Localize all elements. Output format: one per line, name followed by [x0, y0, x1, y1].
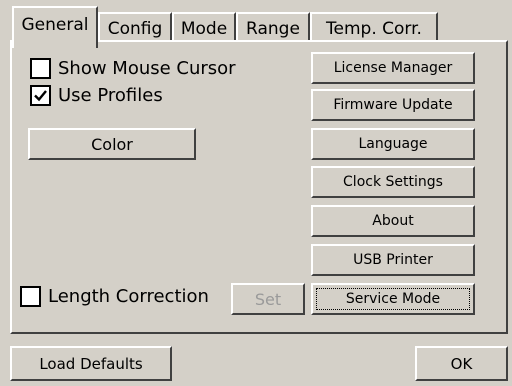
license-manager-button[interactable]: License Manager: [311, 52, 475, 84]
show-mouse-cursor-label: Show Mouse Cursor: [58, 58, 236, 79]
length-correction-label: Length Correction: [48, 286, 209, 307]
firmware-update-button[interactable]: Firmware Update: [311, 89, 475, 121]
color-button[interactable]: Color: [28, 128, 196, 160]
show-mouse-cursor-checkbox[interactable]: Show Mouse Cursor: [30, 58, 236, 79]
usb-printer-button[interactable]: USB Printer: [311, 244, 475, 276]
settings-dialog: General Config Mode Range Temp. Corr. Sh…: [0, 0, 512, 386]
length-correction-checkbox[interactable]: Length Correction: [20, 286, 209, 307]
clock-settings-button[interactable]: Clock Settings: [311, 166, 475, 198]
use-profiles-checkbox[interactable]: Use Profiles: [30, 85, 163, 106]
length-correction-checkbox-box[interactable]: [20, 286, 41, 307]
language-button[interactable]: Language: [311, 128, 475, 160]
set-button[interactable]: Set: [231, 283, 305, 315]
about-button[interactable]: About: [311, 205, 475, 237]
use-profiles-label: Use Profiles: [58, 85, 163, 106]
checkmark-icon: [34, 90, 47, 102]
ok-button[interactable]: OK: [415, 346, 508, 381]
show-mouse-cursor-checkbox-box[interactable]: [30, 58, 51, 79]
use-profiles-checkbox-box[interactable]: [30, 85, 51, 106]
service-mode-button[interactable]: Service Mode: [311, 283, 475, 315]
load-defaults-button[interactable]: Load Defaults: [10, 346, 172, 381]
tab-general[interactable]: General: [12, 6, 98, 48]
